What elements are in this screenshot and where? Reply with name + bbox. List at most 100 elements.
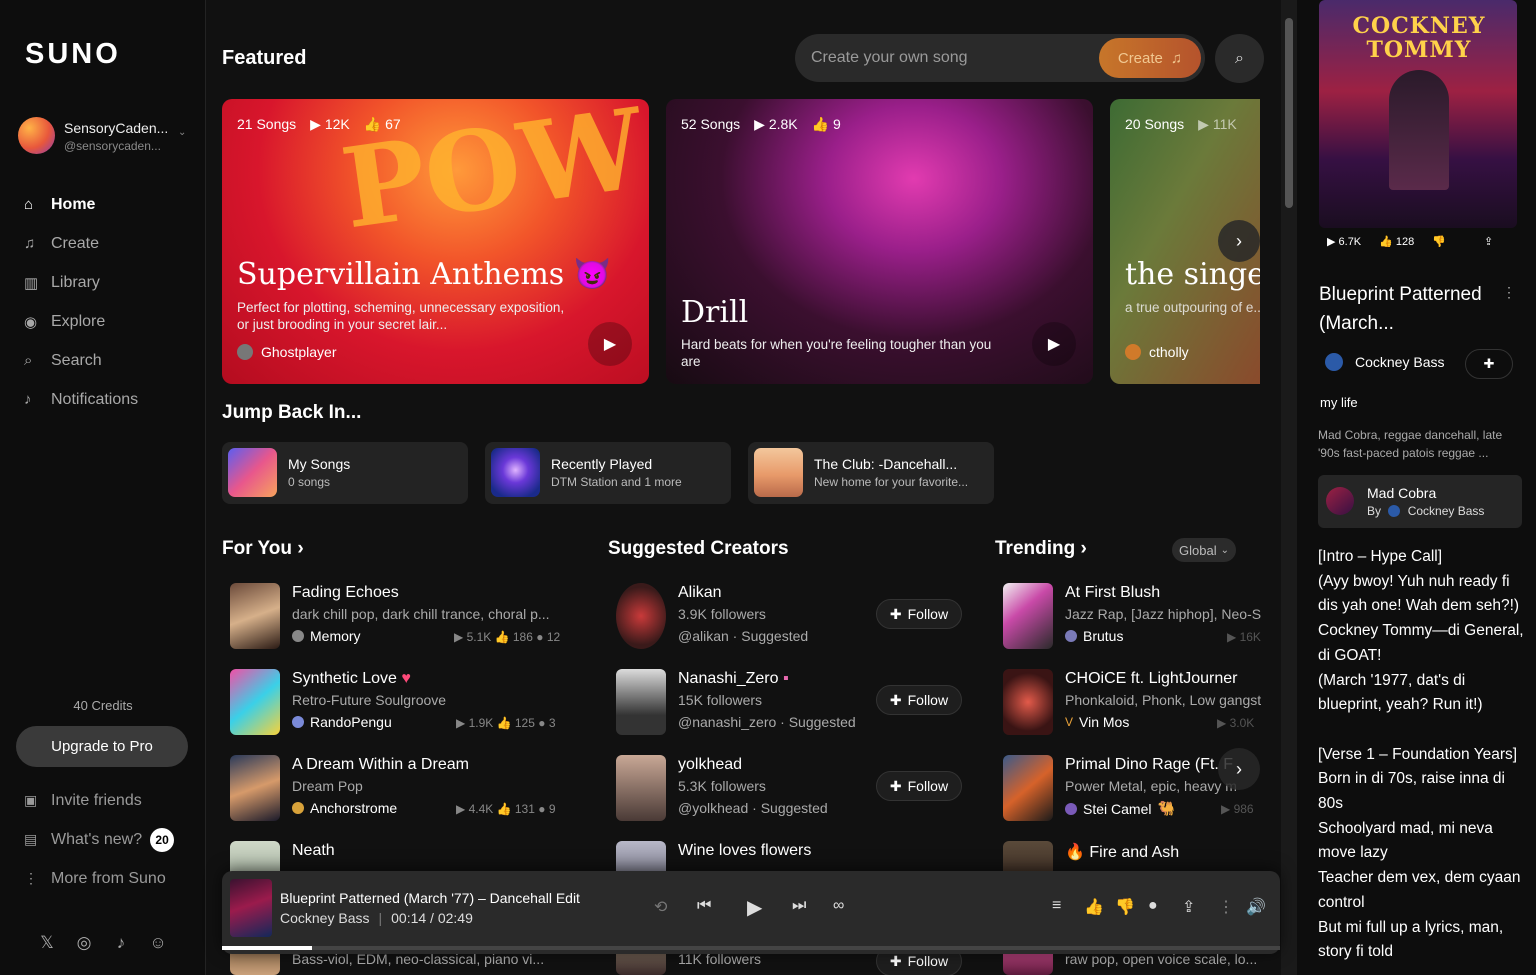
trending-next-button[interactable]: › bbox=[1218, 748, 1260, 790]
artist-link[interactable]: Cockney Bass bbox=[1325, 353, 1444, 371]
create-song-input[interactable] bbox=[811, 49, 1111, 67]
player-title[interactable]: Blueprint Patterned (March '77) – Danceh… bbox=[280, 890, 580, 906]
trending-filter-select[interactable]: Global ⌄ bbox=[1172, 538, 1236, 562]
song-user[interactable]: Memory bbox=[292, 628, 361, 644]
repeat-icon[interactable]: ⟲ bbox=[654, 897, 667, 917]
filter-value: Global bbox=[1179, 542, 1217, 558]
trending-row[interactable]: At First Blush Jazz Rap, [Jazz hiphop], … bbox=[995, 583, 1261, 669]
upgrade-button[interactable]: Upgrade to Pro bbox=[16, 726, 188, 767]
follow-button[interactable]: ✚ Follow bbox=[876, 685, 962, 715]
artist-avatar bbox=[1388, 505, 1401, 517]
song-row[interactable]: A Dream Within a Dream Dream Pop Anchors… bbox=[222, 755, 582, 841]
trending-label: Trending bbox=[995, 538, 1076, 559]
play-button[interactable]: ▶ bbox=[1032, 322, 1076, 366]
share-icon[interactable]: ⇪ bbox=[1484, 235, 1493, 248]
nav-search[interactable]: ⌕ Search bbox=[24, 341, 194, 380]
nav-create[interactable]: ♫ Create bbox=[24, 224, 194, 263]
share-icon[interactable]: ⇪ bbox=[1182, 897, 1195, 917]
likes-value: 131 bbox=[514, 802, 535, 816]
trending-row[interactable]: CHOiCE ft. LightJourner Phonkaloid, Phon… bbox=[995, 669, 1261, 755]
play-button[interactable]: ▶ bbox=[588, 322, 632, 366]
creator-row[interactable]: Alikan 3.9K followers @alikan · Suggeste… bbox=[608, 583, 968, 669]
suno-logo[interactable]: SUNO bbox=[25, 38, 121, 71]
for-you-title[interactable]: For You › bbox=[222, 538, 304, 560]
fire-icon: 🔥 bbox=[1065, 844, 1085, 861]
volume-icon[interactable]: 🔊 bbox=[1246, 897, 1266, 917]
song-title: Neath bbox=[292, 842, 335, 859]
nav-home[interactable]: ⌂ Home bbox=[24, 185, 194, 224]
news-icon: ▤ bbox=[24, 831, 38, 847]
chevron-right-icon: › bbox=[297, 538, 304, 559]
user-label: RandoPengu bbox=[310, 714, 392, 730]
instagram-icon[interactable]: ◎ bbox=[74, 933, 94, 953]
song-user[interactable]: Brutus bbox=[1065, 628, 1123, 644]
queue-icon[interactable]: ≡ bbox=[1052, 897, 1061, 915]
progress-fill bbox=[222, 946, 312, 950]
creator-row[interactable]: Nanashi_Zero ▪ 15K followers @nanashi_ze… bbox=[608, 669, 968, 755]
likes-stat[interactable]: 👍 128 bbox=[1379, 235, 1414, 248]
invite-friends-link[interactable]: ▣ Invite friends bbox=[24, 781, 194, 820]
featured-card-drill[interactable]: 52 Songs ▶ 2.8K 👍 9 Drill Hard beats for w… bbox=[666, 99, 1093, 384]
plays-stat: ▶ 6.7K bbox=[1327, 236, 1362, 248]
progress-bar[interactable] bbox=[222, 946, 1280, 950]
user-menu[interactable]: SensoryCaden... @sensorycaden... ⌄ bbox=[18, 117, 198, 157]
nav-label: Library bbox=[51, 273, 100, 291]
more-vertical-icon[interactable]: ⋮ bbox=[1218, 897, 1234, 917]
scrollbar-thumb[interactable] bbox=[1285, 18, 1293, 208]
song-style: Retro-Future Soulgroove bbox=[292, 692, 447, 708]
follow-button[interactable]: ✚ Follow bbox=[876, 771, 962, 801]
main-scrollbar[interactable] bbox=[1281, 0, 1297, 975]
song-row[interactable]: Fading Echoes dark chill pop, dark chill… bbox=[222, 583, 582, 669]
featured-next-button[interactable]: › bbox=[1218, 220, 1260, 262]
song-user[interactable]: V Vin Mos bbox=[1065, 714, 1129, 730]
card-user[interactable]: Ghostplayer bbox=[237, 344, 336, 360]
featured-card-supervillain[interactable]: POW 21 Songs ▶ 12K 👍 67 Supervillain Anthe… bbox=[222, 99, 649, 384]
player-artist[interactable]: Cockney Bass bbox=[280, 910, 369, 926]
trending-title[interactable]: Trending › bbox=[995, 538, 1087, 560]
follow-button[interactable]: ✚ Follow bbox=[876, 599, 962, 629]
user-avatar bbox=[292, 716, 304, 728]
jump-card-my-songs[interactable]: My Songs 0 songs bbox=[222, 442, 468, 504]
follow-artist-button[interactable]: ✚ bbox=[1465, 349, 1513, 379]
play-icon[interactable]: ▶ bbox=[747, 895, 762, 920]
user-avatar: V bbox=[1065, 715, 1074, 729]
likes-value: 9 bbox=[832, 116, 841, 132]
more-vertical-icon[interactable]: ⋮ bbox=[1502, 284, 1516, 301]
song-user[interactable]: RandoPengu bbox=[292, 714, 392, 730]
nav-notifications[interactable]: ♪ Notifications bbox=[24, 380, 194, 419]
whats-new-link[interactable]: ▤ What's new? 20 bbox=[24, 820, 194, 859]
comment-icon[interactable]: ● bbox=[1148, 897, 1158, 915]
song-title: A Dream Within a Dream bbox=[292, 756, 469, 773]
song-row[interactable]: Synthetic Love ♥ Retro-Future Soulgroove… bbox=[222, 669, 582, 755]
card-meta: 21 Songs ▶ 12K 👍 67 bbox=[237, 116, 401, 133]
nav-library[interactable]: ▥ Library bbox=[24, 263, 194, 302]
song-tag[interactable]: my life bbox=[1320, 395, 1358, 410]
song-style: Mad Cobra, reggae dancehall, late '90s f… bbox=[1318, 428, 1503, 460]
thumbs-up-icon[interactable]: 👍 bbox=[1084, 897, 1104, 917]
jump-card-recently-played[interactable]: Recently Played DTM Station and 1 more bbox=[485, 442, 731, 504]
jump-sub: New home for your favorite... bbox=[814, 475, 969, 489]
song-cover[interactable]: COCKNEY TOMMY bbox=[1319, 0, 1517, 228]
thumbs-down-icon[interactable]: 👎 bbox=[1432, 235, 1446, 248]
more-from-suno-link[interactable]: ⋮ More from Suno bbox=[24, 859, 194, 898]
loop-icon[interactable]: ∞ bbox=[833, 897, 844, 915]
create-button[interactable]: Create ♫ bbox=[1099, 38, 1201, 78]
song-user[interactable]: Stei Camel 🐫 bbox=[1065, 800, 1175, 817]
creator-row[interactable]: yolkhead 5.3K followers @yolkhead · Sugg… bbox=[608, 755, 968, 841]
song-count: 52 Songs bbox=[681, 116, 741, 132]
player-cover[interactable] bbox=[230, 879, 272, 937]
card-user[interactable]: ctholly bbox=[1125, 344, 1189, 360]
discord-icon[interactable]: ☺ bbox=[148, 933, 168, 953]
tiktok-icon[interactable]: ♪ bbox=[111, 933, 131, 953]
x-icon[interactable]: 𝕏 bbox=[37, 933, 57, 953]
jump-card-the-club[interactable]: The Club: -Dancehall... New home for you… bbox=[748, 442, 994, 504]
nav-explore[interactable]: ◉ Explore bbox=[24, 302, 194, 341]
likes-value: 186 bbox=[512, 630, 533, 644]
search-button[interactable]: ⌕ bbox=[1215, 34, 1264, 83]
thumbs-down-icon[interactable]: 👎 bbox=[1115, 897, 1135, 917]
next-icon[interactable]: ⏭ bbox=[792, 897, 806, 915]
persona-card[interactable]: Mad Cobra By Cockney Bass bbox=[1318, 475, 1522, 528]
song-user[interactable]: Anchorstrome bbox=[292, 800, 397, 816]
previous-icon[interactable]: ⏮ bbox=[697, 897, 711, 915]
likes-value: 67 bbox=[385, 116, 401, 132]
